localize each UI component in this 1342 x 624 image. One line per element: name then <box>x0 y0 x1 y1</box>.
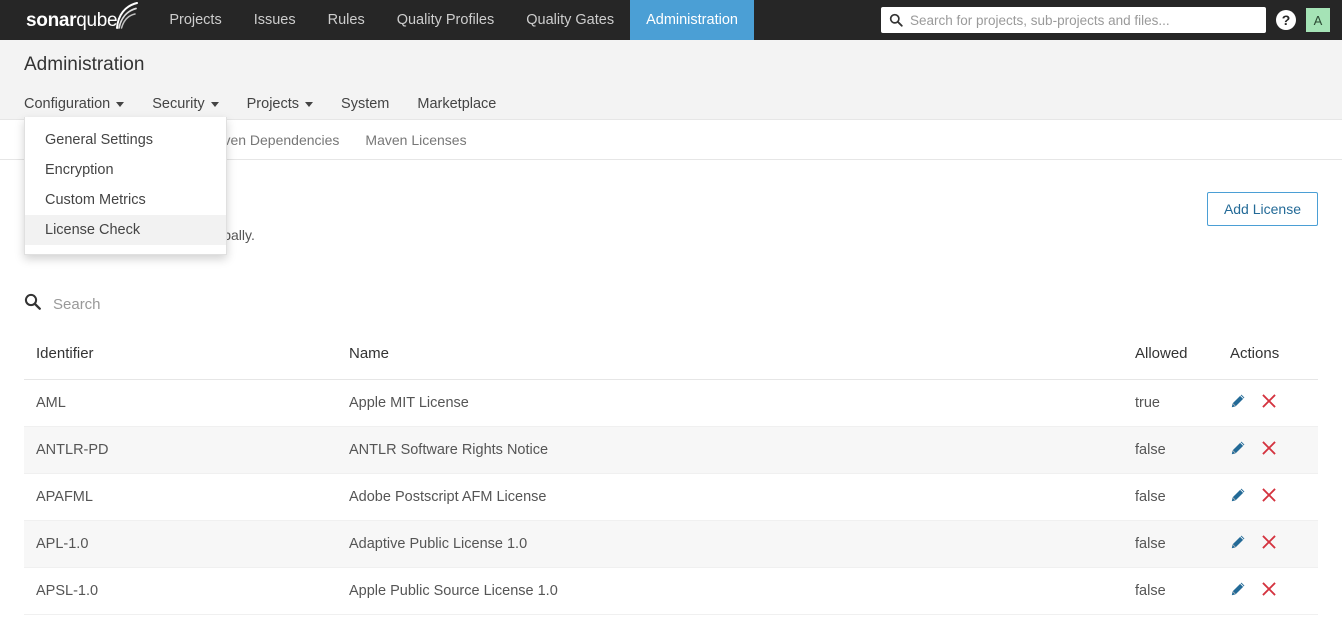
nav-link-quality-gates[interactable]: Quality Gates <box>510 0 630 40</box>
delete-x-icon[interactable] <box>1261 581 1277 601</box>
cell-identifier: ANTLR-PD <box>24 426 181 474</box>
subnav-item-system[interactable]: System <box>341 88 403 121</box>
licenses-table-head: Identifier Name Allowed Actions <box>24 345 1318 380</box>
subnav-label-security: Security <box>152 96 205 112</box>
table-row: APSL-1.0 Apple Public Source License 1.0… <box>24 567 1318 615</box>
license-search-field[interactable] <box>24 291 1318 317</box>
dropdown-item-encryption[interactable]: Encryption <box>25 155 226 185</box>
table-header-row: Identifier Name Allowed Actions <box>24 345 1318 380</box>
license-search-input[interactable] <box>53 295 373 313</box>
cell-allowed: false <box>1135 520 1230 568</box>
chevron-down-icon <box>116 102 125 107</box>
subnav-item-projects[interactable]: Projects <box>247 88 327 121</box>
delete-x-icon[interactable] <box>1261 440 1277 460</box>
cell-identifier: APSL-1.0 <box>24 567 181 615</box>
cell-name: Adobe Postscript AFM License <box>181 473 1135 521</box>
cell-identifier: APAFML <box>24 473 181 521</box>
table-row: ANTLR-PD ANTLR Software Rights Notice fa… <box>24 426 1318 474</box>
topnav-right-group: ? A <box>881 0 1342 40</box>
nav-link-issues[interactable]: Issues <box>238 0 312 40</box>
nav-link-administration[interactable]: Administration <box>630 0 754 40</box>
licenses-table: Identifier Name Allowed Actions AML Appl… <box>24 345 1318 615</box>
cell-name: Adaptive Public License 1.0 <box>181 520 1135 568</box>
sonarqube-logo[interactable]: sonarqube <box>0 0 153 40</box>
subnav-item-marketplace[interactable]: Marketplace <box>417 88 510 121</box>
cell-actions <box>1230 426 1318 474</box>
search-icon <box>24 293 41 315</box>
cell-allowed: false <box>1135 426 1230 474</box>
edit-pencil-icon[interactable] <box>1230 487 1246 507</box>
licenses-table-body: AML Apple MIT License true ANTLR-PD ANTL… <box>24 379 1318 615</box>
edit-pencil-icon[interactable] <box>1230 440 1246 460</box>
cell-identifier: APL-1.0 <box>24 520 181 568</box>
dropdown-item-license-check[interactable]: License Check <box>25 215 226 245</box>
cell-allowed: true <box>1135 379 1230 427</box>
column-header-actions: Actions <box>1230 345 1318 380</box>
subnav-label-system: System <box>341 96 390 112</box>
column-header-identifier[interactable]: Identifier <box>24 345 181 380</box>
dropdown-item-custom-metrics[interactable]: Custom Metrics <box>25 185 226 215</box>
table-row: AML Apple MIT License true <box>24 379 1318 427</box>
search-icon <box>889 13 903 27</box>
subnav-label-configuration: Configuration <box>24 96 111 112</box>
cell-identifier: AML <box>24 379 181 427</box>
nav-link-rules[interactable]: Rules <box>312 0 381 40</box>
edit-pencil-icon[interactable] <box>1230 393 1246 413</box>
delete-x-icon[interactable] <box>1261 534 1277 554</box>
page-header: Administration Configuration Security Pr… <box>0 40 1342 121</box>
cell-allowed: false <box>1135 567 1230 615</box>
cell-name: Apple Public Source License 1.0 <box>181 567 1135 615</box>
dropdown-item-general-settings[interactable]: General Settings <box>25 125 226 155</box>
table-row: APL-1.0 Adaptive Public License 1.0 fals… <box>24 520 1318 568</box>
top-navigation-bar: sonarqube Projects Issues Rules Quality … <box>0 0 1342 40</box>
subnav-label-marketplace: Marketplace <box>417 96 497 112</box>
cell-allowed: false <box>1135 473 1230 521</box>
logo-text-light: qube <box>76 9 118 31</box>
global-search-input[interactable] <box>910 12 1258 28</box>
table-row: APAFML Adobe Postscript AFM License fals… <box>24 473 1318 521</box>
cell-actions <box>1230 567 1318 615</box>
cell-actions <box>1230 379 1318 427</box>
cell-actions <box>1230 473 1318 521</box>
column-header-name[interactable]: Name <box>181 345 1135 380</box>
delete-x-icon[interactable] <box>1261 393 1277 413</box>
tab-maven-licenses[interactable]: Maven Licenses <box>365 132 466 148</box>
add-license-button[interactable]: Add License <box>1206 192 1318 226</box>
delete-x-icon[interactable] <box>1261 487 1277 507</box>
sonarqube-wave-icon <box>116 1 139 29</box>
user-avatar[interactable]: A <box>1306 8 1330 32</box>
subnav-label-projects: Projects <box>246 96 300 112</box>
nav-link-projects[interactable]: Projects <box>153 0 237 40</box>
cell-actions <box>1230 520 1318 568</box>
cell-name: ANTLR Software Rights Notice <box>181 426 1135 474</box>
configuration-dropdown-menu: General Settings Encryption Custom Metri… <box>24 117 227 255</box>
edit-pencil-icon[interactable] <box>1230 581 1246 601</box>
chevron-down-icon <box>305 102 314 107</box>
column-header-allowed[interactable]: Allowed <box>1135 345 1230 380</box>
cell-name: Apple MIT License <box>181 379 1135 427</box>
help-icon[interactable]: ? <box>1276 10 1296 30</box>
logo-text: sonarqube <box>26 1 139 31</box>
edit-pencil-icon[interactable] <box>1230 534 1246 554</box>
page-title: Administration <box>24 54 145 75</box>
chevron-down-icon <box>210 102 219 107</box>
nav-link-quality-profiles[interactable]: Quality Profiles <box>381 0 511 40</box>
main-menu: Projects Issues Rules Quality Profiles Q… <box>153 0 754 40</box>
global-search-box[interactable] <box>881 7 1266 33</box>
logo-text-bold: sonar <box>26 9 77 31</box>
